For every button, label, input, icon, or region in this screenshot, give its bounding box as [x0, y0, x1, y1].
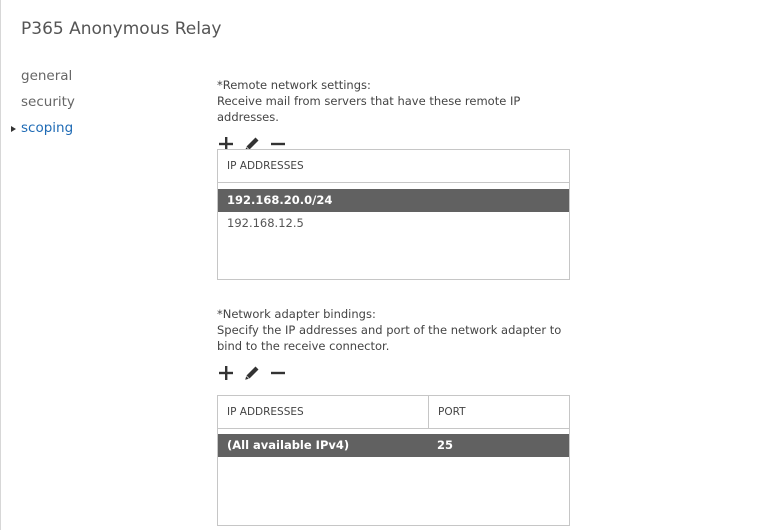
port-cell: 25	[437, 438, 454, 452]
window-left-border	[0, 0, 1, 530]
nav-item-general[interactable]: general	[21, 68, 75, 94]
adapter-bindings-toolbar	[217, 363, 577, 383]
adapter-bindings-grid[interactable]: IP ADDRESSES PORT (All available IPv4) 2…	[217, 395, 570, 526]
adapter-bindings-section: *Network adapter bindings: Specify the I…	[217, 306, 577, 383]
ip-address-cell: 192.168.20.0/24	[227, 193, 333, 207]
nav-item-label: security	[21, 94, 75, 110]
ip-address-cell: 192.168.12.5	[227, 216, 304, 230]
pencil-icon	[245, 366, 259, 380]
binding-add-button[interactable]	[217, 364, 235, 382]
remote-network-heading: *Remote network settings:	[217, 78, 371, 92]
page-title: P365 Anonymous Relay	[21, 19, 222, 39]
adapter-bindings-heading: *Network adapter bindings:	[217, 307, 376, 321]
column-header-ip-addresses[interactable]: IP ADDRESSES	[218, 396, 428, 428]
table-row[interactable]: (All available IPv4) 25	[218, 434, 569, 457]
nav-item-scoping[interactable]: scoping	[11, 120, 75, 146]
grid-header: IP ADDRESSES PORT	[218, 396, 569, 429]
plus-icon	[219, 366, 233, 380]
column-header-ip-addresses[interactable]: IP ADDRESSES	[218, 150, 569, 182]
table-row[interactable]: 192.168.12.5	[218, 212, 569, 235]
nav-item-label: general	[21, 68, 73, 84]
remote-ip-grid[interactable]: IP ADDRESSES 192.168.20.0/24 192.168.12.…	[217, 149, 570, 280]
nav-item-label: scoping	[21, 120, 74, 136]
minus-icon	[271, 371, 285, 375]
remote-network-section: *Remote network settings: Receive mail f…	[217, 77, 577, 154]
adapter-bindings-description-2: bind to the receive connector.	[217, 339, 390, 353]
table-row[interactable]: 192.168.20.0/24	[218, 189, 569, 212]
nav-item-security[interactable]: security	[21, 94, 75, 120]
adapter-bindings-description: Specify the IP addresses and port of the…	[217, 323, 562, 337]
binding-remove-button[interactable]	[269, 364, 287, 382]
selected-arrow-icon	[11, 126, 16, 132]
column-header-port[interactable]: PORT	[428, 396, 569, 428]
binding-edit-button[interactable]	[243, 364, 261, 382]
remote-network-description: Receive mail from servers that have thes…	[217, 94, 521, 124]
side-nav: general security scoping	[11, 68, 75, 146]
grid-header: IP ADDRESSES	[218, 150, 569, 183]
ip-address-cell: (All available IPv4)	[227, 438, 350, 452]
